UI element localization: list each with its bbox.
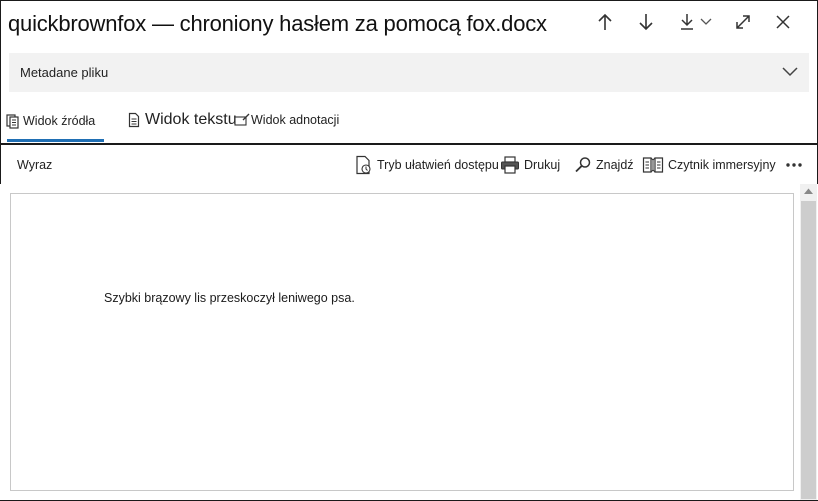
- tab-label: Widok tekstu: [145, 111, 237, 128]
- file-metadata-expander[interactable]: Metadane pliku: [9, 53, 809, 92]
- more-options-button[interactable]: [785, 153, 803, 177]
- accessibility-mode-label: Tryb ułatwień dostępu: [377, 158, 499, 172]
- file-metadata-label: Metadane pliku: [20, 65, 109, 80]
- accessibility-icon: [356, 155, 371, 175]
- tab-annotation-view[interactable]: Widok adnotacji: [234, 113, 339, 127]
- tab-text-view[interactable]: Widok tekstu: [128, 111, 237, 129]
- chevron-down-icon: [700, 18, 712, 25]
- print-label: Drukuj: [524, 158, 561, 172]
- active-tab-indicator: [7, 139, 104, 142]
- search-icon: [575, 157, 591, 173]
- close-icon: [776, 15, 790, 29]
- window-title: quickbrownfox — chroniony hasłem za pomo…: [8, 11, 547, 36]
- document-type-label: Wyraz: [17, 158, 53, 172]
- annotation-icon: [234, 113, 250, 126]
- arrow-up-icon: [598, 13, 612, 30]
- text-file-icon: [128, 112, 140, 128]
- scrollbar-thumb[interactable]: [801, 201, 816, 499]
- immersive-reader-label: Czytnik immersyjny: [668, 158, 776, 172]
- printer-icon: [501, 156, 519, 174]
- arrow-down-icon: [639, 14, 653, 31]
- document-viewer[interactable]: Szybki brązowy lis przeskoczył leniwego …: [0, 184, 818, 500]
- print-button[interactable]: Drukuj: [500, 153, 560, 177]
- expand-icon: [736, 15, 750, 29]
- immersive-reader-button[interactable]: Czytnik immersyjny: [642, 153, 776, 177]
- chevron-down-icon: [782, 67, 798, 77]
- tabs-divider: [0, 143, 818, 145]
- previous-button[interactable]: [592, 8, 618, 36]
- find-button[interactable]: Znajdź: [574, 153, 634, 177]
- scroll-up-icon[interactable]: [803, 187, 814, 195]
- document-text: Szybki brązowy lis przeskoczył leniwego …: [104, 291, 355, 305]
- download-icon: [681, 14, 693, 30]
- tab-source-view[interactable]: Widok źródła: [6, 113, 95, 129]
- more-icon: [786, 163, 802, 167]
- document-icon: [6, 114, 19, 129]
- find-label: Znajdź: [596, 158, 634, 172]
- tab-label: Widok adnotacji: [251, 113, 340, 127]
- immersive-reader-icon: [642, 157, 664, 173]
- tab-label: Widok źródła: [23, 114, 96, 128]
- accessibility-mode-button[interactable]: Tryb ułatwień dostępu: [355, 153, 499, 177]
- expand-button[interactable]: [730, 8, 756, 36]
- close-button[interactable]: [770, 8, 796, 36]
- download-button[interactable]: [676, 8, 716, 36]
- next-button[interactable]: [633, 8, 659, 36]
- document-page: Szybki brązowy lis przeskoczył leniwego …: [10, 193, 794, 491]
